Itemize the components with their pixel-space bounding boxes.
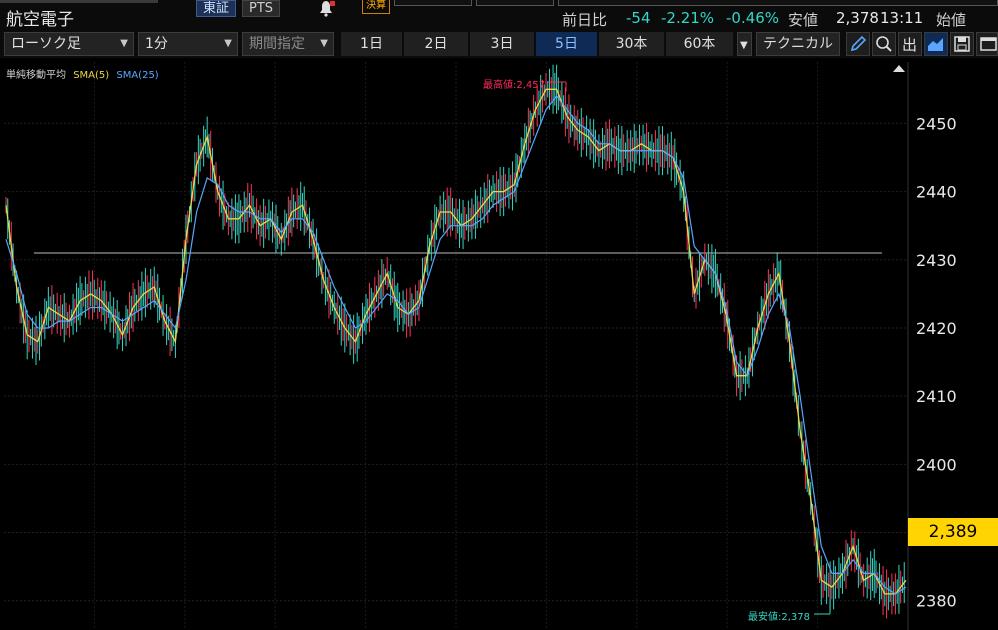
pencil-icon	[850, 35, 867, 52]
chevron-down-icon: ▼	[320, 38, 328, 49]
y-tick-label: 2380	[916, 592, 957, 611]
open-label: 始値	[936, 11, 967, 29]
price-change-pct: -2.21%	[661, 9, 715, 27]
plot-background	[0, 62, 998, 630]
period-select[interactable]: 期間指定 ▼	[242, 32, 334, 56]
y-tick-label: 2420	[916, 319, 957, 338]
current-price-label: 2,389	[908, 518, 998, 546]
range-tab-60bars[interactable]: 60本	[665, 32, 733, 56]
zoom-icon	[876, 36, 892, 52]
header-box-1	[394, 0, 472, 6]
y-tick-label: 2450	[916, 114, 957, 133]
chevron-down-icon: ▼	[224, 38, 232, 49]
header-divider	[0, 0, 158, 3]
output-label: 出	[902, 36, 918, 54]
legend-sma5: SMA(5)	[73, 70, 110, 81]
output-button[interactable]: 出	[898, 32, 922, 56]
range-more-dropdown[interactable]: ▼	[737, 32, 752, 56]
price-change-pct-2: -0.46%	[726, 9, 780, 27]
header-box-2	[476, 0, 554, 6]
zoom-button[interactable]	[872, 32, 896, 56]
save-button[interactable]	[950, 32, 974, 56]
alert-bell-icon[interactable]	[314, 0, 338, 18]
price-chart[interactable]: 2450 2440 2430 2420 2410 2400 2380	[0, 62, 998, 630]
stock-name: 航空電子	[6, 10, 74, 30]
interval-select[interactable]: 1分 ▼	[138, 32, 238, 56]
area-chart-icon	[928, 38, 943, 51]
range-tab-1d[interactable]: 1日	[340, 32, 402, 56]
legend-sma25: SMA(25)	[116, 70, 159, 81]
current-time: 13:11	[880, 9, 924, 27]
low-value: 2,378	[836, 9, 879, 27]
low-label: 安値	[788, 11, 819, 29]
window-button[interactable]	[976, 32, 998, 56]
prev-day-label: 前日比	[562, 11, 608, 29]
interval-value: 1分	[145, 36, 168, 52]
chart-type-select[interactable]: ローソク足 ▼	[4, 32, 134, 56]
period-value: 期間指定	[249, 36, 305, 52]
price-change: -54	[626, 9, 651, 27]
header-box-3	[558, 0, 998, 6]
high-annotation: 最高値:2,457	[483, 80, 545, 91]
range-tab-5d[interactable]: 5日	[535, 32, 597, 56]
y-tick-label: 2400	[916, 455, 957, 474]
legend-title: 単純移動平均	[6, 70, 66, 81]
chevron-down-icon: ▼	[740, 40, 748, 51]
kessan-badge[interactable]: 決算	[362, 0, 390, 14]
draw-pen-button[interactable]	[846, 32, 870, 56]
chart-header: 航空電子 東証 PTS 決算 前日比 -54 -2.21% -0.46% 安値 …	[0, 0, 998, 30]
y-tick-label: 2410	[916, 387, 957, 406]
save-icon	[954, 36, 970, 52]
chevron-down-icon: ▼	[120, 38, 128, 49]
range-tab-2d[interactable]: 2日	[403, 32, 468, 56]
indicator-legend: 単純移動平均 SMA(5) SMA(25)	[6, 66, 159, 81]
range-tab-3d[interactable]: 3日	[469, 32, 534, 56]
chart-type-value: ローソク足	[11, 36, 81, 52]
market-tab-tse[interactable]: 東証	[196, 0, 237, 17]
chart-toolbar: ローソク足 ▼ 1分 ▼ 期間指定 ▼ 1日 2日 3日 5日 30本 60本 …	[0, 30, 998, 58]
low-annotation: 最安値:2,378	[748, 612, 810, 623]
y-tick-label: 2430	[916, 251, 957, 270]
technical-button[interactable]: テクニカル	[756, 32, 840, 56]
area-chart-button[interactable]	[924, 32, 948, 56]
y-tick-label: 2440	[916, 183, 957, 202]
market-tab-pts[interactable]: PTS	[242, 0, 281, 17]
window-icon	[980, 37, 997, 51]
range-tab-30bars[interactable]: 30本	[598, 32, 664, 56]
